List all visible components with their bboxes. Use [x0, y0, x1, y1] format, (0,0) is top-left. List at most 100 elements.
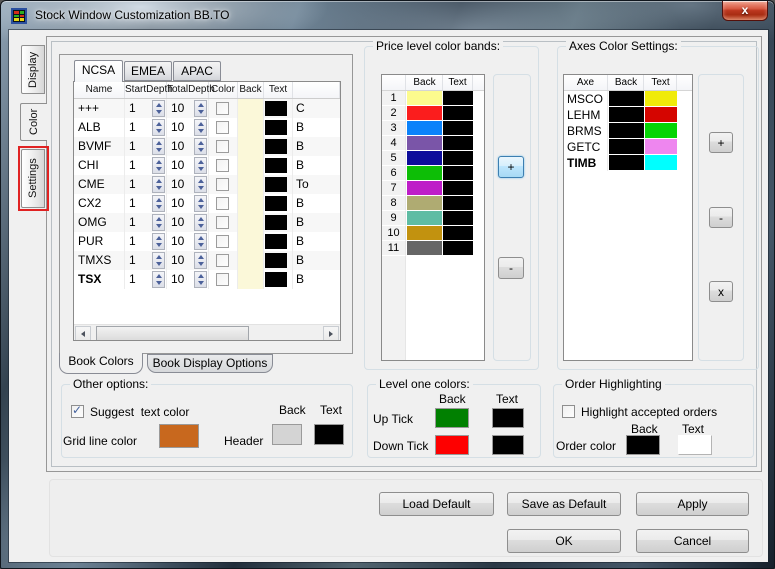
color-checkbox[interactable]	[216, 235, 229, 248]
back-color-swatch[interactable]	[238, 232, 264, 251]
spinner-arrows-icon[interactable]	[152, 214, 165, 231]
band-text-swatch[interactable]	[443, 106, 473, 120]
tab-book-display-options[interactable]: Book Display Options	[147, 354, 273, 373]
price-band-row[interactable]: 5	[382, 151, 484, 166]
back-color-swatch[interactable]	[238, 99, 264, 118]
axe-text-swatch[interactable]	[645, 123, 677, 138]
price-band-row[interactable]: 7	[382, 181, 484, 196]
suggest-text-color-checkbox[interactable]: ✓	[71, 403, 84, 418]
band-back-swatch[interactable]	[407, 106, 442, 120]
tab-book-colors[interactable]: Book Colors	[59, 353, 143, 374]
spinner-arrows-icon[interactable]	[194, 233, 207, 250]
color-checkbox[interactable]	[216, 159, 229, 172]
axe-text-swatch[interactable]	[645, 107, 677, 122]
band-text-swatch[interactable]	[443, 151, 473, 165]
tab-color[interactable]: Color	[20, 103, 47, 141]
book-table-row[interactable]: PUR 1 10 B	[74, 232, 340, 251]
back-color-swatch[interactable]	[238, 118, 264, 137]
start-depth-spinbox[interactable]: 1	[125, 99, 167, 118]
axes-add-button[interactable]: +	[709, 132, 733, 153]
text-color-swatch[interactable]	[265, 120, 287, 135]
back-color-swatch[interactable]	[238, 137, 264, 156]
header-back-swatch[interactable]	[272, 424, 302, 445]
grid-line-color-swatch[interactable]	[159, 424, 199, 448]
start-depth-spinbox[interactable]: 1	[125, 213, 167, 232]
start-depth-spinbox[interactable]: 1	[125, 175, 167, 194]
text-color-swatch[interactable]	[265, 272, 287, 287]
ok-button[interactable]: OK	[507, 529, 621, 553]
price-band-row[interactable]: 9	[382, 211, 484, 226]
close-button[interactable]: x	[722, 1, 768, 21]
header-text-swatch[interactable]	[314, 424, 344, 445]
text-color-swatch[interactable]	[265, 253, 287, 268]
axes-delete-button[interactable]: x	[709, 281, 733, 302]
load-default-button[interactable]: Load Default	[379, 492, 494, 516]
band-back-swatch[interactable]	[407, 211, 442, 225]
spinner-arrows-icon[interactable]	[152, 271, 165, 288]
total-depth-spinbox[interactable]: 10	[167, 251, 209, 270]
total-depth-spinbox[interactable]: 10	[167, 232, 209, 251]
axe-text-swatch[interactable]	[645, 91, 677, 106]
band-back-swatch[interactable]	[407, 91, 442, 105]
back-color-swatch[interactable]	[238, 194, 264, 213]
scroll-right-arrow-icon[interactable]	[323, 326, 339, 340]
spinner-arrows-icon[interactable]	[194, 271, 207, 288]
color-checkbox[interactable]	[216, 197, 229, 210]
scroll-left-arrow-icon[interactable]	[75, 326, 91, 340]
band-text-swatch[interactable]	[443, 211, 473, 225]
up-tick-back-swatch[interactable]	[435, 408, 469, 428]
book-table-row[interactable]: TSX 1 10 B	[74, 270, 340, 289]
band-add-button[interactable]: +	[498, 156, 524, 178]
spinner-arrows-icon[interactable]	[194, 252, 207, 269]
spinner-arrows-icon[interactable]	[152, 233, 165, 250]
axes-row[interactable]: LEHM	[564, 107, 692, 123]
book-table-row[interactable]: BVMF 1 10 B	[74, 137, 340, 156]
start-depth-spinbox[interactable]: 1	[125, 270, 167, 289]
total-depth-spinbox[interactable]: 10	[167, 99, 209, 118]
axe-back-swatch[interactable]	[609, 107, 644, 122]
price-band-row[interactable]: 8	[382, 196, 484, 211]
color-checkbox[interactable]	[216, 178, 229, 191]
axe-back-swatch[interactable]	[609, 139, 644, 154]
back-color-swatch[interactable]	[238, 270, 264, 289]
text-color-swatch[interactable]	[265, 177, 287, 192]
axes-row[interactable]: GETC	[564, 139, 692, 155]
spinner-arrows-icon[interactable]	[152, 119, 165, 136]
spinner-arrows-icon[interactable]	[194, 157, 207, 174]
down-tick-text-swatch[interactable]	[492, 435, 524, 455]
book-table-row[interactable]: CME 1 10 To	[74, 175, 340, 194]
axe-text-swatch[interactable]	[645, 139, 677, 154]
band-back-swatch[interactable]	[407, 121, 442, 135]
tab-display[interactable]: Display	[21, 45, 45, 94]
highlight-accepted-orders-checkbox[interactable]	[562, 405, 575, 418]
back-color-swatch[interactable]	[238, 251, 264, 270]
band-back-swatch[interactable]	[407, 196, 442, 210]
band-text-swatch[interactable]	[443, 136, 473, 150]
band-remove-button[interactable]: -	[498, 257, 524, 279]
start-depth-spinbox[interactable]: 1	[125, 232, 167, 251]
price-band-row[interactable]: 10	[382, 226, 484, 241]
price-band-row[interactable]: 3	[382, 121, 484, 136]
axes-row[interactable]: BRMS	[564, 123, 692, 139]
band-text-swatch[interactable]	[443, 196, 473, 210]
cancel-button[interactable]: Cancel	[636, 529, 749, 553]
band-back-swatch[interactable]	[407, 226, 442, 240]
band-text-swatch[interactable]	[443, 121, 473, 135]
price-band-row[interactable]: 4	[382, 136, 484, 151]
band-back-swatch[interactable]	[407, 136, 442, 150]
up-tick-text-swatch[interactable]	[492, 408, 524, 428]
back-color-swatch[interactable]	[238, 156, 264, 175]
color-checkbox[interactable]	[216, 140, 229, 153]
total-depth-spinbox[interactable]: 10	[167, 137, 209, 156]
text-color-swatch[interactable]	[265, 158, 287, 173]
band-text-swatch[interactable]	[443, 226, 473, 240]
spinner-arrows-icon[interactable]	[194, 138, 207, 155]
scrollbar-thumb[interactable]	[96, 326, 249, 340]
save-as-default-button[interactable]: Save as Default	[507, 492, 621, 516]
book-table-row[interactable]: +++ 1 10 C	[74, 99, 340, 118]
spinner-arrows-icon[interactable]	[152, 252, 165, 269]
start-depth-spinbox[interactable]: 1	[125, 118, 167, 137]
spinner-arrows-icon[interactable]	[194, 176, 207, 193]
color-checkbox[interactable]	[216, 216, 229, 229]
axe-back-swatch[interactable]	[609, 155, 644, 170]
